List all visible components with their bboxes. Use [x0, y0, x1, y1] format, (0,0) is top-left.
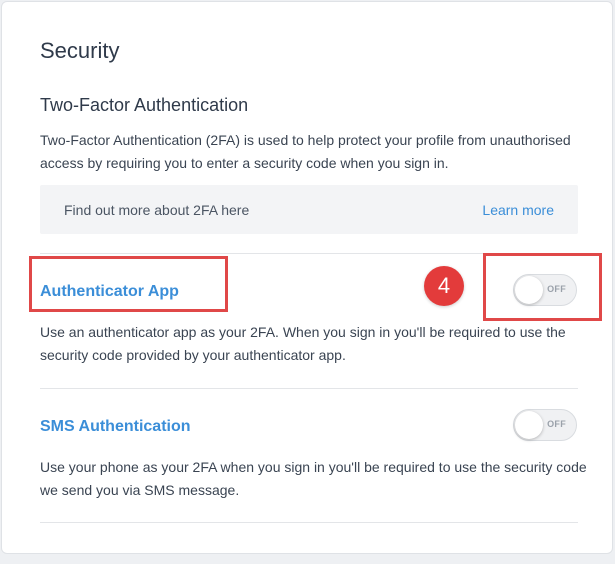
- info-text: Find out more about 2FA here: [64, 201, 250, 218]
- sms-authentication-toggle[interactable]: OFF: [513, 409, 577, 441]
- divider: [40, 522, 578, 523]
- two-factor-description: Two-Factor Authentication (2FA) is used …: [40, 132, 571, 171]
- toggle-highlight: [483, 253, 602, 321]
- divider: [40, 388, 578, 389]
- sms-authentication-description: Use your phone as your 2FA when you sign…: [40, 459, 587, 498]
- page-background-strip: [0, 556, 615, 564]
- toggle-knob: [515, 411, 543, 439]
- toggle-state-label: OFF: [547, 419, 566, 429]
- info-box: Find out more about 2FA here Learn more: [40, 185, 578, 234]
- sms-authentication-title: SMS Authentication: [40, 418, 191, 435]
- step-number-badge: 4: [424, 266, 464, 306]
- page-title: Security: [40, 38, 120, 63]
- learn-more-link[interactable]: Learn more: [482, 202, 554, 218]
- two-factor-section-title: Two-Factor Authentication: [40, 95, 249, 115]
- authenticator-app-description: Use an authenticator app as your 2FA. Wh…: [40, 324, 566, 363]
- authenticator-app-highlight: [29, 256, 228, 312]
